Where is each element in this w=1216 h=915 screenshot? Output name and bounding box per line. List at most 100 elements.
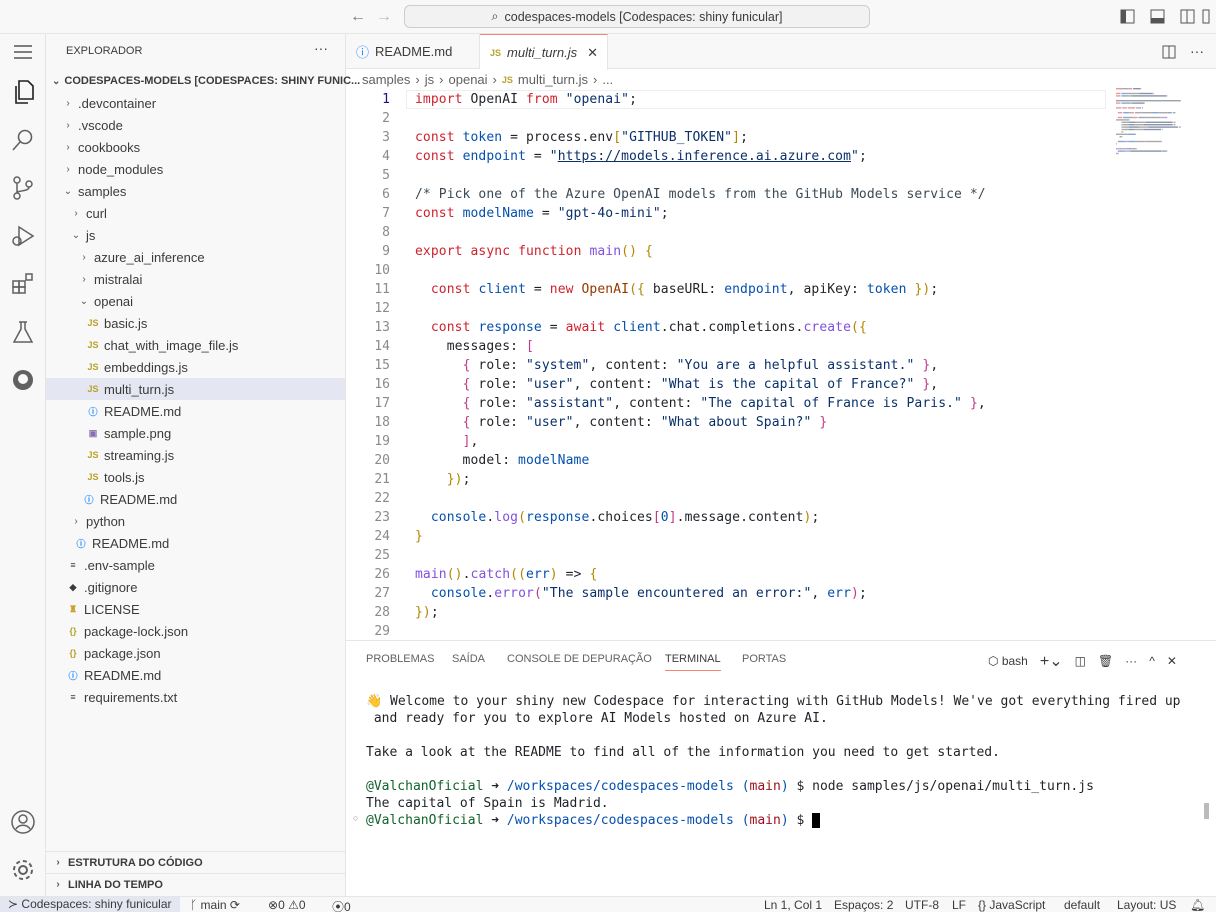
run-debug-icon[interactable] [9, 222, 37, 250]
folder-item[interactable]: › mistralai [46, 268, 345, 290]
line-number: 20 [374, 453, 390, 468]
close-icon[interactable]: ✕ [587, 45, 598, 61]
breadcrumb-item[interactable]: ... [602, 72, 613, 87]
folder-item[interactable]: › python [46, 510, 345, 532]
terminal-shell[interactable]: ⬡ bash [988, 654, 1028, 668]
file-item[interactable]: ≡ .env-sample [46, 554, 345, 576]
split-editor-icon[interactable] [1162, 45, 1176, 59]
maximize-panel-icon[interactable]: ^ [1149, 654, 1155, 668]
minimap-token [1116, 152, 1118, 155]
new-terminal-icon[interactable]: +⌄ [1040, 651, 1063, 671]
file-item[interactable]: ◆ .gitignore [46, 576, 345, 598]
folder-item[interactable]: › .vscode [46, 114, 345, 136]
tab-readme[interactable]: ⓘ README.md [346, 34, 480, 69]
folder-item[interactable]: ⌄ samples [46, 180, 345, 202]
encoding[interactable]: UTF-8 [905, 898, 939, 912]
extensions-icon[interactable] [9, 270, 37, 298]
tab-multi-turn-js[interactable]: JS multi_turn.js ✕ [480, 34, 608, 70]
minimap-token [1143, 128, 1161, 131]
folder-item[interactable]: ⌄ openai [46, 290, 345, 312]
file-item[interactable]: JS embeddings.js [46, 356, 345, 378]
breadcrumb-item[interactable]: multi_turn.js [518, 72, 588, 87]
keyboard-layout[interactable]: Layout: US [1117, 898, 1176, 912]
remote-indicator[interactable]: ≻ Codespaces: shiny funicular [0, 897, 180, 912]
source-control-icon[interactable] [9, 174, 37, 202]
file-item[interactable]: JS tools.js [46, 466, 345, 488]
eol[interactable]: LF [952, 898, 966, 912]
section-outline[interactable]: › ESTRUTURA DO CÓDIGO [46, 851, 345, 873]
file-item[interactable]: ≡ requirements.txt [46, 686, 345, 708]
more-actions-icon[interactable]: ··· [314, 40, 328, 56]
language-mode[interactable]: {} JavaScript [978, 898, 1045, 912]
settings-gear-icon[interactable] [9, 856, 37, 884]
menu-icon[interactable] [9, 38, 37, 66]
folder-item[interactable]: ⌄ js [46, 224, 345, 246]
file-item[interactable]: ⓘ README.md [46, 664, 345, 686]
panel-tab[interactable]: SAÍDA [452, 653, 485, 665]
workspace-root[interactable]: ⌄ CODESPACES-MODELS [CODESPACES: SHINY F… [46, 70, 360, 92]
file-item[interactable]: ▣ sample.png [46, 422, 345, 444]
split-terminal-icon[interactable]: ◫ [1075, 654, 1086, 668]
line-number: 29 [374, 624, 390, 639]
explorer-icon[interactable] [9, 78, 37, 106]
code-token: }) [415, 605, 431, 620]
breadcrumb-item[interactable]: samples [362, 72, 410, 87]
item-label: README.md [104, 403, 182, 419]
code-token: const [415, 130, 455, 145]
folder-item[interactable]: › cookbooks [46, 136, 345, 158]
file-item[interactable]: JS basic.js [46, 312, 345, 334]
minimap-token [1167, 112, 1172, 114]
testing-icon[interactable] [9, 318, 37, 346]
panel-tab[interactable]: PROBLEMAS [366, 653, 434, 665]
back-arrow-icon[interactable]: ← [350, 8, 366, 26]
minimap[interactable] [1116, 88, 1206, 168]
trash-icon[interactable]: 🗑 [1098, 654, 1113, 668]
command-center[interactable]: ⌕ codespaces-models [Codespaces: shiny f… [404, 5, 870, 28]
breadcrumb-item[interactable]: js [425, 72, 434, 87]
file-item[interactable]: {} package-lock.json [46, 620, 345, 642]
panel-tab[interactable]: CONSOLE DE DEPURAÇÃO [507, 653, 652, 665]
search-icon[interactable] [9, 126, 37, 154]
notifications-bell-icon[interactable]: 🔔︎ [1190, 898, 1205, 912]
section-timeline[interactable]: › LINHA DO TEMPO [46, 873, 345, 895]
profile[interactable]: default [1064, 898, 1100, 912]
file-item[interactable]: ⓘ README.md [46, 488, 345, 510]
more-actions-icon[interactable]: ··· [1190, 43, 1204, 59]
code-token: ] [462, 434, 471, 449]
code-token: const [430, 282, 471, 297]
github-icon[interactable] [9, 366, 37, 394]
code-line: export async function main() { [415, 242, 653, 261]
indentation[interactable]: Espaços: 2 [834, 898, 893, 912]
panel-tab[interactable]: PORTAS [742, 653, 786, 665]
cursor-position[interactable]: Ln 1, Col 1 [764, 898, 822, 912]
line-number: 18 [374, 415, 390, 430]
layout-controls[interactable] [1120, 9, 1210, 25]
file-item[interactable]: {} package.json [46, 642, 345, 664]
account-icon[interactable] [9, 808, 37, 836]
terminal-output: The capital of Spain is Madrid. [366, 796, 609, 811]
minimap-token [1128, 112, 1132, 114]
branch-indicator[interactable]: ᚴ main ⟳ [190, 898, 240, 912]
forward-arrow-icon[interactable]: → [376, 8, 392, 26]
file-item[interactable]: ⓘ README.md [46, 532, 345, 554]
ports-indicator[interactable]: ⦿0 [332, 898, 351, 915]
folder-item[interactable]: › curl [46, 202, 345, 224]
problems-indicator[interactable]: ⊗0 ⚠0 [268, 898, 306, 912]
more-actions-icon[interactable]: ··· [1125, 654, 1137, 668]
folder-item[interactable]: › node_modules [46, 158, 345, 180]
file-item[interactable]: ⓘ README.md [46, 400, 345, 422]
folder-item[interactable]: › azure_ai_inference [46, 246, 345, 268]
terminal-prompt[interactable]: @ValchanOficial ➜ /workspaces/codespaces… [366, 812, 820, 829]
file-item[interactable]: JS streaming.js [46, 444, 345, 466]
file-item[interactable]: ♜ LICENSE [46, 598, 345, 620]
code-token: "openai" [565, 92, 630, 107]
file-item[interactable]: JS chat_with_image_file.js [46, 334, 345, 356]
terminal-scrollbar[interactable] [1204, 803, 1209, 819]
close-panel-icon[interactable]: ✕ [1167, 654, 1177, 668]
folder-item[interactable]: › .devcontainer [46, 92, 345, 114]
panel-tab[interactable]: TERMINAL [665, 653, 721, 671]
code-token: (( [510, 567, 527, 582]
file-item[interactable]: JS multi_turn.js [46, 378, 345, 400]
breadcrumb-item[interactable]: openai [449, 72, 488, 87]
